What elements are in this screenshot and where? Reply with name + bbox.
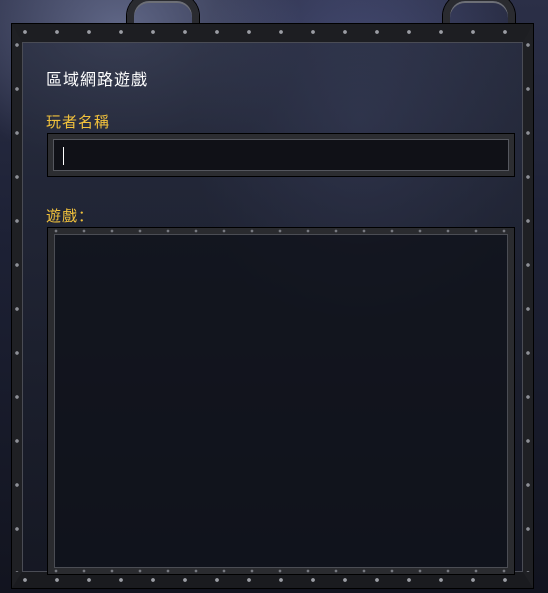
panel-rivets-right	[525, 42, 531, 572]
lan-game-screen: 區域網路遊戲 玩者名稱 遊戲：	[0, 0, 548, 593]
player-name-input[interactable]	[47, 133, 515, 177]
panel-rivets-top	[22, 29, 523, 35]
lan-game-panel: 區域網路遊戲 玩者名稱 遊戲：	[12, 24, 533, 588]
games-label: 遊戲：	[46, 207, 95, 225]
games-list[interactable]	[47, 227, 515, 575]
games-list-rivets-top	[54, 229, 508, 233]
panel-rivets-bottom	[22, 577, 523, 583]
text-caret	[63, 147, 64, 165]
player-name-label: 玩者名稱	[46, 113, 111, 131]
panel-rivets-left	[14, 42, 20, 572]
games-list-rivets-bottom	[54, 569, 508, 573]
panel-title: 區域網路遊戲	[46, 70, 149, 89]
